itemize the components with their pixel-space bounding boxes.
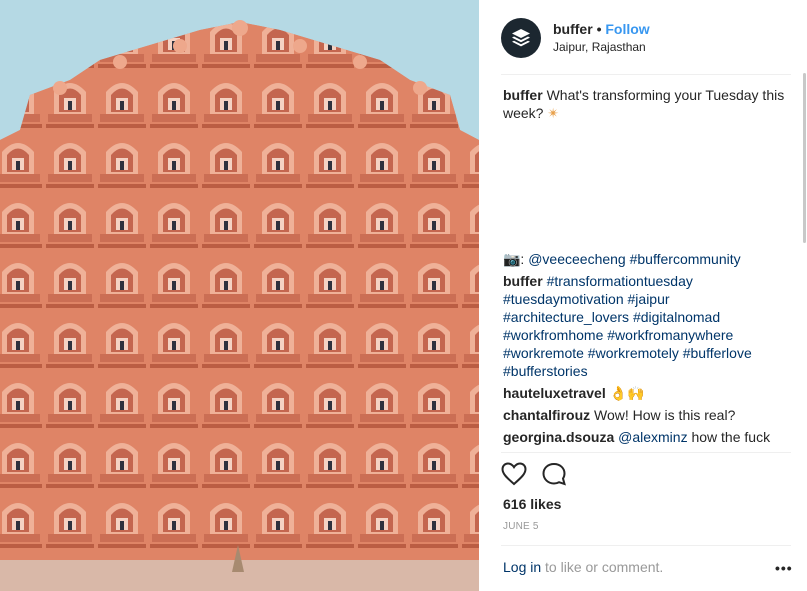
photo-credit: 📷: @veeceecheng #buffercommunity xyxy=(503,250,785,268)
comment-username[interactable]: buffer xyxy=(503,273,543,289)
comment-username[interactable]: georgina.dsouza xyxy=(503,429,614,445)
comments-list: buffer What's transforming your Tuesday … xyxy=(503,86,785,446)
comment-username[interactable]: hauteluxetravel xyxy=(503,385,606,401)
header-divider xyxy=(501,74,791,75)
comment-item: georgina.dsouza @alexminz how the fuck xyxy=(503,428,785,446)
caption-text: What's transforming your Tuesday this we… xyxy=(503,87,785,121)
footer-divider xyxy=(501,545,791,546)
comment-mention[interactable]: @alexminz xyxy=(618,429,687,445)
location-link[interactable]: Jaipur, Rajasthan xyxy=(553,39,650,56)
login-prompt: Log in to like or comment. xyxy=(503,559,793,575)
comment-text: how the fuck xyxy=(691,429,771,445)
comments-scrollbar[interactable] xyxy=(803,73,806,243)
login-prompt-text: to like or comment. xyxy=(545,559,664,575)
avatar[interactable] xyxy=(501,18,541,58)
post-date: JUNE 5 xyxy=(503,521,539,532)
login-link[interactable]: Log in xyxy=(503,559,541,575)
separator-dot: • xyxy=(596,20,602,37)
follow-button[interactable]: Follow xyxy=(605,21,649,37)
instagram-post-embed: buffer • Follow Jaipur, Rajasthan buffer… xyxy=(0,0,807,591)
comment-item: buffer #transformationtuesday #tuesdaymo… xyxy=(503,272,785,380)
post-header: buffer • Follow Jaipur, Rajasthan xyxy=(501,15,650,61)
camera-icon: 📷: xyxy=(503,251,525,267)
buffer-logo-icon xyxy=(512,29,530,47)
likes-count[interactable]: 616 likes xyxy=(503,496,561,512)
comment-item: chantalfirouz Wow! How is this real? xyxy=(503,406,785,424)
comment-text: Wow! How is this real? xyxy=(594,407,736,423)
comment-username[interactable]: chantalfirouz xyxy=(503,407,590,423)
action-bar xyxy=(501,462,567,486)
more-options-icon[interactable]: ••• xyxy=(775,560,793,576)
comment-text: 👌🙌 xyxy=(609,385,645,401)
post-photo[interactable] xyxy=(0,0,479,591)
username[interactable]: buffer xyxy=(553,21,593,37)
credit-tags[interactable]: @veeceecheng #buffercommunity xyxy=(528,251,740,267)
caption-emoji: ✴ xyxy=(547,105,560,121)
comments-divider xyxy=(501,452,791,453)
comment-item: hauteluxetravel 👌🙌 xyxy=(503,384,785,402)
heart-icon[interactable] xyxy=(501,462,527,486)
comment-icon[interactable] xyxy=(541,462,567,486)
post-side-panel: buffer • Follow Jaipur, Rajasthan buffer… xyxy=(479,0,807,591)
caption: buffer What's transforming your Tuesday … xyxy=(503,86,785,122)
caption-username[interactable]: buffer xyxy=(503,87,543,103)
